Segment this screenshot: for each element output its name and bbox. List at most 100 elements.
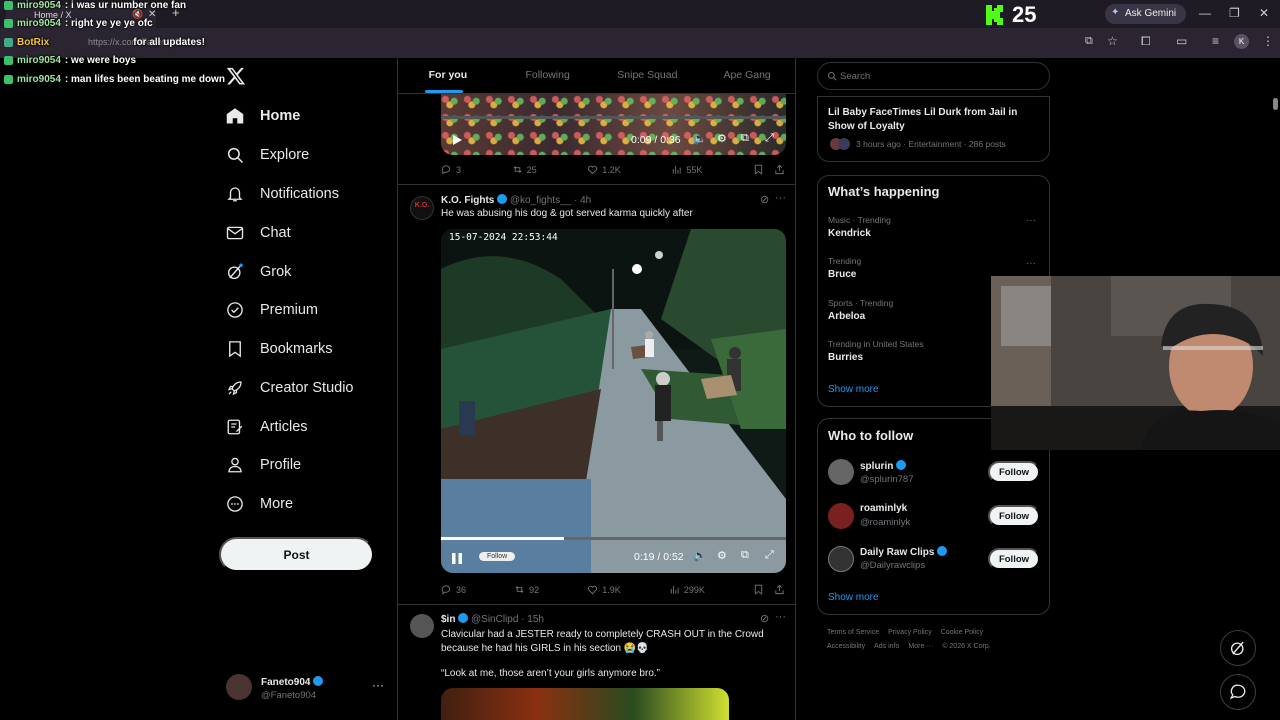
- extensions-icon[interactable]: ⧠: [1141, 34, 1151, 49]
- follow-name[interactable]: Daily Raw Clips: [860, 546, 948, 558]
- volume-icon[interactable]: 🔈: [693, 132, 707, 145]
- kick-badge: 25: [984, 2, 1036, 27]
- tab-following[interactable]: Following: [498, 58, 598, 93]
- like-button[interactable]: 1.9K: [587, 584, 621, 595]
- split-view-icon[interactable]: ▭: [1176, 34, 1187, 48]
- trend-item[interactable]: Trending Bruce: [828, 256, 861, 280]
- media-controls-icon[interactable]: ≡: [1212, 34, 1219, 48]
- trend-item[interactable]: Trending in United States Burries: [828, 339, 924, 363]
- video-follow-overlay[interactable]: Follow: [479, 552, 516, 561]
- post-more-icon[interactable]: ···: [775, 192, 786, 204]
- more-dots-icon[interactable]: ···: [372, 678, 384, 692]
- nav-explore[interactable]: Explore: [226, 143, 309, 167]
- avatar[interactable]: [828, 503, 854, 529]
- nav-notifications[interactable]: Notifications: [226, 182, 339, 206]
- account-switcher[interactable]: Faneto904 @Faneto904 ···: [226, 674, 386, 706]
- nav-articles[interactable]: Articles: [226, 415, 308, 439]
- repost-button[interactable]: 25: [512, 164, 537, 175]
- window-close-icon[interactable]: ✕: [1259, 6, 1269, 20]
- reply-button[interactable]: 36: [441, 584, 466, 595]
- browser-menu-icon[interactable]: ⋮: [1262, 34, 1274, 48]
- nav-premium[interactable]: Premium: [226, 298, 318, 322]
- post-time[interactable]: · 4h: [574, 195, 591, 206]
- avatar[interactable]: [828, 459, 854, 485]
- share-icon[interactable]: [774, 584, 785, 595]
- volume-icon[interactable]: 🔈: [693, 549, 707, 562]
- profile-avatar-icon[interactable]: K: [1234, 34, 1249, 49]
- video-progress[interactable]: [441, 537, 786, 540]
- views-button[interactable]: 55K: [671, 164, 702, 175]
- post-time[interactable]: · 15h: [521, 614, 544, 625]
- nav-bookmarks[interactable]: Bookmarks: [226, 337, 333, 361]
- bookmark-icon[interactable]: [753, 584, 764, 595]
- show-more-link[interactable]: Show more: [828, 592, 879, 603]
- minimize-icon[interactable]: —: [1199, 6, 1211, 20]
- nav-chat[interactable]: Chat: [226, 221, 291, 245]
- follow-button[interactable]: Follow: [988, 548, 1040, 570]
- maximize-icon[interactable]: ❐: [1229, 6, 1240, 20]
- follow-button[interactable]: Follow: [988, 461, 1040, 483]
- trend-more-icon[interactable]: ···: [1026, 258, 1036, 269]
- share-icon[interactable]: [774, 164, 785, 175]
- grok-explain-icon[interactable]: ⊘: [760, 193, 769, 206]
- avatar[interactable]: [410, 614, 434, 638]
- pip-icon[interactable]: ⧉: [741, 549, 749, 562]
- pause-icon[interactable]: [451, 552, 463, 565]
- post-author[interactable]: K.O. Fights: [441, 195, 494, 206]
- post3-media[interactable]: [441, 688, 729, 720]
- post1-video[interactable]: 0:09 / 0:36 🔈 ⚙ ⧉ ⤢: [441, 94, 786, 155]
- nav-grok[interactable]: Grok: [226, 260, 291, 284]
- follow-name[interactable]: splurin: [860, 460, 907, 472]
- post-author[interactable]: $in: [441, 614, 455, 625]
- nav-home[interactable]: Home: [226, 104, 300, 128]
- messages-fab[interactable]: [1220, 674, 1256, 710]
- footer-link[interactable]: More ···: [908, 643, 933, 650]
- search-input[interactable]: Search: [840, 71, 870, 82]
- tab-snipe-squad[interactable]: Snipe Squad: [598, 58, 698, 93]
- avatar[interactable]: K.O.: [410, 196, 434, 220]
- install-app-icon[interactable]: ⧉: [1085, 35, 1093, 48]
- grok-fab[interactable]: [1220, 630, 1256, 666]
- avatar[interactable]: [828, 546, 854, 572]
- nav-more[interactable]: More: [226, 492, 293, 516]
- grok-explain-icon[interactable]: ⊘: [760, 612, 769, 625]
- x-logo-icon[interactable]: [226, 66, 246, 86]
- settings-gear-icon[interactable]: ⚙: [717, 549, 727, 562]
- fullscreen-icon[interactable]: ⤢: [765, 132, 774, 145]
- post-more-icon[interactable]: ···: [775, 611, 786, 623]
- post2-video[interactable]: 15-07-2024 22:53:44 Follow 0:19 / 0:52 🔈…: [441, 229, 786, 573]
- pip-icon[interactable]: ⧉: [741, 132, 749, 145]
- post-handle[interactable]: @SinClipd: [471, 614, 518, 625]
- trend-more-icon[interactable]: ···: [1026, 215, 1036, 226]
- show-more-link[interactable]: Show more: [828, 384, 879, 395]
- trend-item[interactable]: Music · Trending Kendrick: [828, 215, 891, 239]
- footer-link[interactable]: Accessibility: [827, 643, 865, 650]
- play-icon[interactable]: [451, 134, 463, 146]
- post-handle[interactable]: @ko_fights__: [510, 195, 571, 206]
- bookmark-icon[interactable]: [753, 164, 764, 175]
- scrollbar-thumb[interactable]: [1273, 98, 1278, 110]
- follow-name[interactable]: roaminlyk: [860, 503, 907, 514]
- reply-button[interactable]: 3: [441, 164, 461, 175]
- tab-for-you[interactable]: For you: [398, 58, 498, 93]
- settings-gear-icon[interactable]: ⚙: [717, 132, 727, 145]
- repost-button[interactable]: 92: [514, 584, 539, 595]
- footer-link[interactable]: Terms of Service: [827, 629, 879, 636]
- footer-link[interactable]: Ads info: [874, 643, 899, 650]
- trend-item[interactable]: Sports · Trending Arbeloa: [828, 298, 893, 322]
- bookmark-star-icon[interactable]: ☆: [1107, 34, 1118, 48]
- like-button[interactable]: 1.2K: [587, 164, 621, 175]
- footer-link[interactable]: Cookie Policy: [941, 629, 983, 636]
- fullscreen-icon[interactable]: ⤢: [765, 549, 774, 562]
- top-story-card[interactable]: Lil Baby FaceTimes Lil Durk from Jail in…: [817, 96, 1050, 162]
- footer-link[interactable]: Privacy Policy: [888, 629, 932, 636]
- tab-ape-gang[interactable]: Ape Gang: [697, 58, 795, 93]
- nav-profile[interactable]: Profile: [226, 453, 301, 477]
- views-button[interactable]: 299K: [669, 584, 705, 595]
- nav-creator-studio[interactable]: Creator Studio: [226, 376, 354, 400]
- video-progress[interactable]: [441, 116, 786, 119]
- follow-button[interactable]: Follow: [988, 505, 1040, 527]
- search-box[interactable]: Search: [817, 62, 1050, 90]
- ask-gemini-button[interactable]: ✦ Ask Gemini: [1105, 4, 1187, 24]
- post-button[interactable]: Post: [219, 537, 374, 572]
